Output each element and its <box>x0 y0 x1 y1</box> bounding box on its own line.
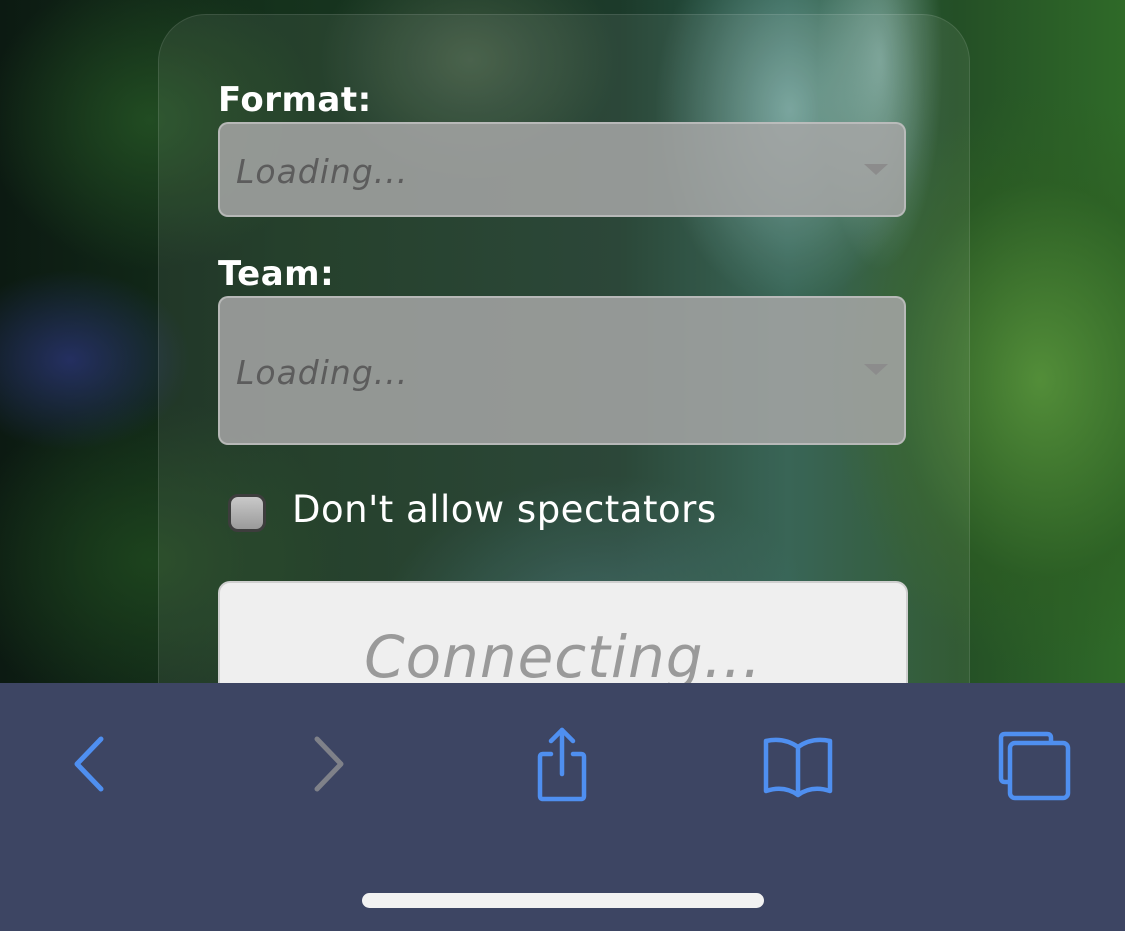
spectators-checkbox-label[interactable]: Don't allow spectators <box>292 486 717 534</box>
connect-button-label: Connecting... <box>364 623 762 691</box>
team-label: Team: <box>218 254 335 294</box>
forward-button[interactable] <box>282 719 372 809</box>
spectators-checkbox[interactable] <box>228 494 266 532</box>
bookmarks-button[interactable] <box>753 719 843 809</box>
browser-viewport: Format: Loading... Team: Loading... Don'… <box>0 0 1125 931</box>
book-icon <box>763 737 833 798</box>
chevron-down-icon <box>864 364 888 375</box>
home-indicator <box>362 893 764 908</box>
team-select-value: Loading... <box>236 353 409 392</box>
back-button[interactable] <box>46 719 136 809</box>
tabs-icon <box>998 731 1071 801</box>
chevron-left-icon <box>74 736 104 792</box>
share-icon <box>537 727 587 802</box>
browser-toolbar <box>0 683 1125 931</box>
format-select[interactable]: Loading... <box>218 122 906 217</box>
team-select[interactable]: Loading... <box>218 296 906 445</box>
chevron-right-icon <box>314 736 344 792</box>
tabs-button[interactable] <box>988 719 1078 809</box>
format-label: Format: <box>218 80 372 120</box>
chevron-down-icon <box>864 164 888 175</box>
share-button[interactable] <box>517 719 607 809</box>
format-select-value: Loading... <box>236 152 409 191</box>
